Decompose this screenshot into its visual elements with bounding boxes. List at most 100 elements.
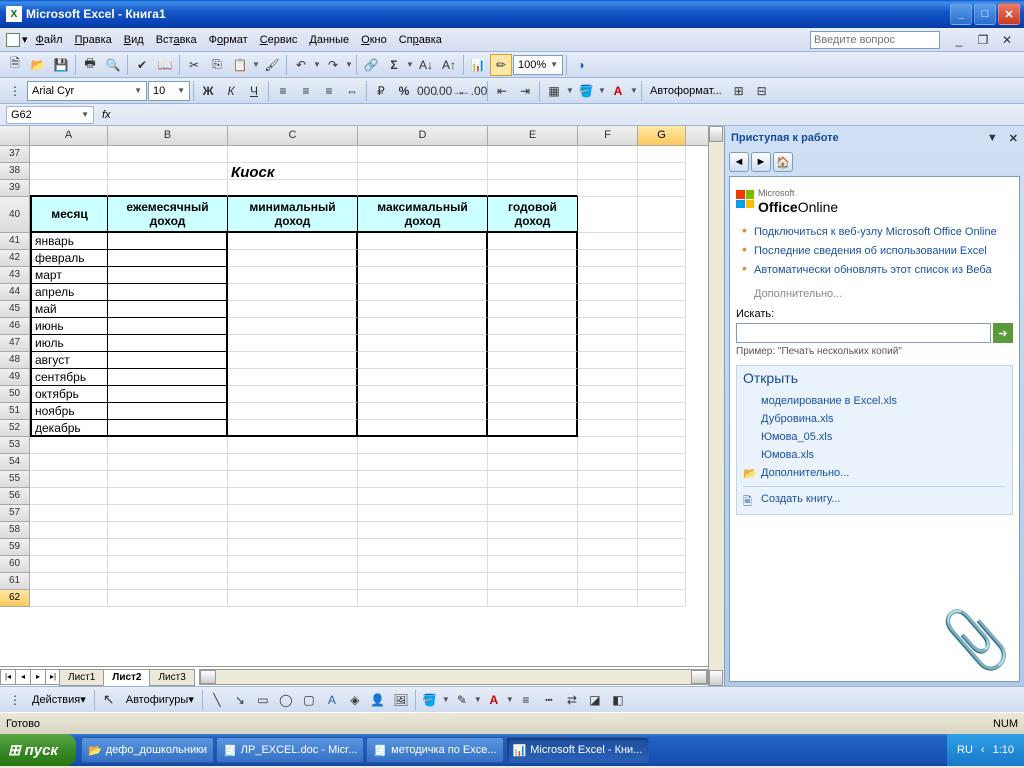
cell[interactable]: ноябрь [30, 403, 108, 420]
menu-формат[interactable]: Формат [203, 32, 254, 48]
menu-окно[interactable]: Окно [355, 32, 393, 48]
row-header[interactable]: 48 [0, 352, 30, 369]
cell[interactable] [228, 590, 358, 607]
cell[interactable] [578, 437, 638, 454]
cell[interactable] [578, 250, 638, 267]
paste-dropdown[interactable]: ▼ [252, 60, 260, 69]
cell[interactable] [638, 471, 686, 488]
row-header[interactable]: 40 [0, 197, 30, 233]
fill-color-button[interactable]: 🪣 [575, 80, 597, 102]
row-header[interactable]: 37 [0, 146, 30, 163]
taskpane-back[interactable]: ◄ [729, 152, 749, 172]
toolbar-handle2[interactable]: ⋮ [4, 689, 26, 711]
cell[interactable] [638, 163, 686, 180]
row-header[interactable]: 47 [0, 335, 30, 352]
taskbar-item[interactable]: 🧾ЛР_EXCEL.doc - Micr... [216, 737, 364, 763]
cell[interactable] [358, 146, 488, 163]
row-header[interactable]: 55 [0, 471, 30, 488]
cell[interactable] [488, 180, 578, 197]
undo-button[interactable]: ↶ [290, 54, 312, 76]
sum-button[interactable]: Σ [383, 54, 405, 76]
hyperlink-button[interactable]: 🔗 [360, 54, 382, 76]
menu-сервис[interactable]: Сервис [254, 32, 304, 48]
row-header[interactable]: 45 [0, 301, 30, 318]
cell[interactable]: минимальный доход [228, 197, 358, 233]
cell[interactable] [228, 420, 358, 437]
cell[interactable] [578, 471, 638, 488]
cell[interactable] [638, 233, 686, 250]
cell[interactable] [488, 301, 578, 318]
cell[interactable] [488, 284, 578, 301]
create-workbook[interactable]: Создать книгу... [743, 486, 1006, 508]
open-more[interactable]: Дополнительно... [743, 464, 1006, 482]
cell[interactable] [30, 146, 108, 163]
borders-dropdown[interactable]: ▼ [566, 86, 574, 95]
font-color-dropdown[interactable]: ▼ [630, 86, 638, 95]
picture-tool[interactable]: 🖼 [390, 689, 412, 711]
cell[interactable] [30, 180, 108, 197]
cell[interactable] [358, 488, 488, 505]
taskbar-item[interactable]: 📂дефо_дошкольники [81, 737, 214, 763]
cell[interactable] [638, 488, 686, 505]
cell[interactable]: март [30, 267, 108, 284]
tab-nav-prev[interactable]: ◂ [15, 669, 31, 685]
cell[interactable] [358, 352, 488, 369]
cell[interactable] [108, 318, 228, 335]
cell[interactable] [638, 437, 686, 454]
cell[interactable] [638, 318, 686, 335]
cell[interactable] [228, 454, 358, 471]
doc-close-button[interactable]: ✕ [996, 29, 1018, 51]
arrows-tool[interactable]: ⇄ [561, 689, 583, 711]
cell[interactable] [228, 369, 358, 386]
cell[interactable] [228, 318, 358, 335]
cut-button[interactable]: ✂ [183, 54, 205, 76]
font-color-tool[interactable]: A [483, 689, 505, 711]
cell[interactable] [638, 556, 686, 573]
cell[interactable] [228, 146, 358, 163]
cell[interactable] [30, 163, 108, 180]
cell[interactable] [488, 522, 578, 539]
cell[interactable] [488, 352, 578, 369]
currency-button[interactable]: ₽ [370, 80, 392, 102]
cell[interactable] [358, 386, 488, 403]
cell[interactable] [108, 505, 228, 522]
inc-indent-button[interactable]: ⇥ [514, 80, 536, 102]
col-header-B[interactable]: B [108, 126, 228, 145]
cell[interactable] [358, 250, 488, 267]
maximize-button[interactable]: □ [974, 3, 996, 25]
font-select[interactable]: Arial Cyr▼ [27, 81, 147, 101]
row-header[interactable]: 58 [0, 522, 30, 539]
cell[interactable] [108, 301, 228, 318]
menu-правка[interactable]: Правка [69, 32, 118, 48]
cell[interactable] [108, 386, 228, 403]
cell[interactable] [228, 488, 358, 505]
cell[interactable]: годовой доход [488, 197, 578, 233]
align-left-button[interactable]: ≡ [272, 80, 294, 102]
cell[interactable] [358, 301, 488, 318]
cell[interactable] [488, 437, 578, 454]
cell[interactable]: Киоск [228, 163, 358, 180]
recent-file[interactable]: Юмова.xls [743, 446, 1006, 464]
col-header-C[interactable]: C [228, 126, 358, 145]
office-link[interactable]: Подключиться к веб-узлу Microsoft Office… [740, 223, 1013, 242]
paste-button[interactable]: 📋 [229, 54, 251, 76]
cell[interactable] [578, 488, 638, 505]
cell[interactable] [108, 471, 228, 488]
cell[interactable] [578, 233, 638, 250]
autoshapes-menu[interactable]: Автофигуры ▾ [121, 690, 199, 710]
cell[interactable]: февраль [30, 250, 108, 267]
cell[interactable] [30, 471, 108, 488]
cell[interactable] [488, 335, 578, 352]
arrow-tool[interactable]: ↘ [229, 689, 251, 711]
lang-indicator[interactable]: RU [957, 744, 973, 756]
cell[interactable] [488, 369, 578, 386]
cell[interactable] [358, 505, 488, 522]
line-width-tool[interactable]: ≡ [515, 689, 537, 711]
menu-справка[interactable]: Справка [393, 32, 448, 48]
cell[interactable] [578, 146, 638, 163]
rect-tool[interactable]: ▭ [252, 689, 274, 711]
row-header[interactable]: 38 [0, 163, 30, 180]
cell[interactable] [488, 146, 578, 163]
vertical-scrollbar[interactable] [708, 126, 724, 686]
cell[interactable] [228, 386, 358, 403]
